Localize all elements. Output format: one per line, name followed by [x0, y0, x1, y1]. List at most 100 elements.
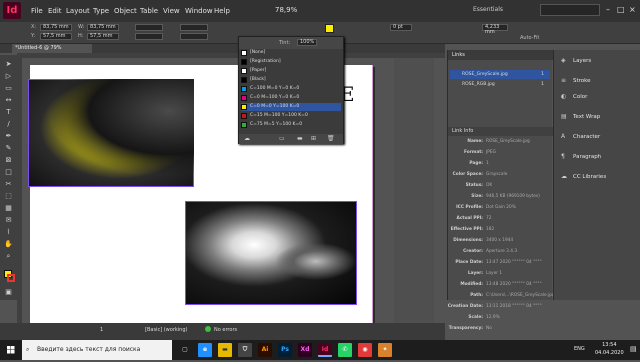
- color-panel-button[interactable]: ◐ Color: [559, 91, 639, 103]
- line-tool-icon[interactable]: /: [4, 120, 13, 129]
- store-icon[interactable]: ⛉: [238, 343, 252, 357]
- edge-icon[interactable]: e: [198, 343, 212, 357]
- rectangle-tool-icon[interactable]: □: [4, 168, 13, 177]
- h-field[interactable]: 57,5 mm: [87, 33, 119, 40]
- maximize-icon[interactable]: □: [617, 5, 625, 14]
- character-panel-button[interactable]: A Character: [559, 131, 639, 143]
- menu-help[interactable]: Help: [214, 7, 230, 15]
- menu-view[interactable]: View: [163, 7, 180, 15]
- swatch-row[interactable]: C=15 M=100 Y=100 K=0: [241, 112, 341, 120]
- layers-icon: ◈: [561, 57, 566, 64]
- media-app-icon[interactable]: ◉: [358, 343, 372, 357]
- menu-window[interactable]: Window: [185, 7, 213, 15]
- file-explorer-icon[interactable]: ▬: [218, 343, 232, 357]
- paragraph-panel-button[interactable]: ¶ Paragraph: [559, 151, 639, 163]
- taskbar-search-input[interactable]: Введите здесь текст для поиска: [22, 340, 172, 360]
- zoom-tool-icon[interactable]: ⌕: [4, 252, 13, 261]
- document-tab[interactable]: *Untitled-6 @ 79%: [12, 44, 92, 53]
- note-tool-icon[interactable]: ✉: [4, 216, 13, 225]
- y-field[interactable]: 57,5 mm: [40, 33, 72, 40]
- text-wrap-panel-button[interactable]: ▤ Text Wrap: [559, 111, 639, 123]
- close-icon[interactable]: ×: [629, 5, 636, 14]
- x-field[interactable]: 83,75 mm: [40, 24, 72, 31]
- stroke-weight-field[interactable]: 0 pt: [390, 24, 412, 31]
- notifications-icon[interactable]: ▤: [630, 345, 637, 353]
- gradient-tool-icon[interactable]: ▦: [4, 204, 13, 213]
- link-info-label: ICC Profile:: [456, 205, 483, 210]
- stroke-panel-button[interactable]: ≡ Stroke: [559, 75, 639, 87]
- minimize-icon[interactable]: –: [606, 5, 610, 14]
- swatch-row[interactable]: [None]: [241, 49, 341, 57]
- new-group-icon[interactable]: ▭: [279, 135, 285, 142]
- w-field[interactable]: 83,75 mm: [87, 24, 119, 31]
- swatch-row[interactable]: C=100 M=0 Y=0 K=0: [241, 85, 341, 93]
- swatch-row[interactable]: [Registration]: [241, 58, 341, 66]
- system-clock[interactable]: 13:54 04.04.2020: [595, 341, 624, 357]
- layers-panel-button[interactable]: ◈ Layers: [559, 55, 639, 67]
- rectangle-frame-tool-icon[interactable]: ⊠: [4, 156, 13, 165]
- type-tool-icon[interactable]: T: [4, 108, 13, 117]
- screen-mode-icon[interactable]: ▣: [4, 288, 13, 297]
- preflight-errors[interactable]: No errors: [214, 327, 237, 333]
- menu-table[interactable]: Table: [140, 7, 158, 15]
- preflight-profile[interactable]: [Basic] (working): [145, 327, 187, 333]
- menu-edit[interactable]: Edit: [48, 7, 62, 15]
- zoom-level[interactable]: 78,9%: [275, 6, 297, 14]
- direct-selection-tool-icon[interactable]: ▷: [4, 72, 13, 81]
- link-info-value: JPEG: [486, 150, 496, 155]
- stroke-color-icon[interactable]: [7, 274, 15, 282]
- rotate-field[interactable]: [180, 24, 208, 31]
- new-swatch-icon[interactable]: ⊞: [311, 135, 316, 142]
- page-number-field[interactable]: 1: [100, 327, 103, 333]
- delete-swatch-icon[interactable]: 🗑: [327, 135, 335, 142]
- help-search-input[interactable]: [540, 4, 600, 16]
- cc-libraries-icon[interactable]: ☁: [244, 135, 250, 142]
- menu-type[interactable]: Type: [93, 7, 109, 15]
- link-info-header[interactable]: Link Info: [448, 127, 553, 136]
- link-info-label: Name:: [467, 139, 483, 144]
- link-info-row: ICC Profile: Dot Gain 20%: [448, 204, 553, 212]
- swatch-row-selected[interactable]: C=0 M=0 Y=100 K=0: [241, 103, 341, 111]
- scale-x-field[interactable]: [135, 24, 163, 31]
- swatch-row[interactable]: [Paper]: [241, 67, 341, 75]
- shear-field[interactable]: [180, 33, 208, 40]
- photoshop-icon[interactable]: Ps: [278, 343, 292, 357]
- task-view-icon[interactable]: ▢: [178, 343, 192, 357]
- xd-icon[interactable]: Xd: [298, 343, 312, 357]
- cc-libraries-panel-button[interactable]: ☁ CC Libraries: [559, 171, 639, 183]
- swatch-row[interactable]: [Black]: [241, 76, 341, 84]
- whatsapp-icon[interactable]: ✆: [338, 343, 352, 357]
- page-tool-icon[interactable]: ▭: [4, 84, 13, 93]
- start-button[interactable]: [0, 340, 22, 360]
- free-transform-tool-icon[interactable]: ⬚: [4, 192, 13, 201]
- auto-fit-checkbox[interactable]: Auto-Fit: [520, 35, 539, 41]
- links-panel-tab[interactable]: Links: [448, 50, 553, 60]
- scissors-tool-icon[interactable]: ✂: [4, 180, 13, 189]
- scale-y-field[interactable]: [135, 33, 163, 40]
- swatches-footer: ☁ ▭ ▬ ⊞ 🗑: [239, 134, 343, 144]
- menu-layout[interactable]: Layout: [66, 7, 90, 15]
- menu-object[interactable]: Object: [114, 7, 137, 15]
- tint-field[interactable]: 100%: [297, 39, 317, 46]
- folder-icon[interactable]: ▬: [297, 135, 303, 142]
- measure-field[interactable]: 4,233 mm: [482, 24, 508, 35]
- menu-file[interactable]: File: [31, 7, 43, 15]
- gap-tool-icon[interactable]: ↔: [4, 96, 13, 105]
- pencil-tool-icon[interactable]: ✎: [4, 144, 13, 153]
- link-info-value: Dot Gain 20%: [486, 205, 516, 210]
- eyedropper-tool-icon[interactable]: ⌇: [4, 228, 13, 237]
- selection-tool-icon[interactable]: ➤: [4, 60, 13, 69]
- pen-tool-icon[interactable]: ✒: [4, 132, 13, 141]
- hand-tool-icon[interactable]: ✋: [4, 240, 13, 249]
- workspace-switcher[interactable]: Essentials: [473, 6, 503, 13]
- link-row-selected[interactable]: ROSE_GreyScale.jpg 1: [450, 70, 550, 79]
- swatch-row[interactable]: C=0 M=100 Y=0 K=0: [241, 94, 341, 102]
- swatch-row[interactable]: C=75 M=5 Y=100 K=0: [241, 121, 341, 129]
- indesign-taskbar-icon[interactable]: Id: [318, 343, 332, 357]
- input-language[interactable]: ENG: [574, 346, 585, 352]
- link-row[interactable]: ROSE_RGB.jpg 1: [450, 80, 550, 89]
- app-icon[interactable]: ✦: [378, 343, 392, 357]
- illustrator-icon[interactable]: Ai: [258, 343, 272, 357]
- fill-swatch[interactable]: [325, 24, 334, 33]
- pasteboard[interactable]: E: [22, 58, 445, 323]
